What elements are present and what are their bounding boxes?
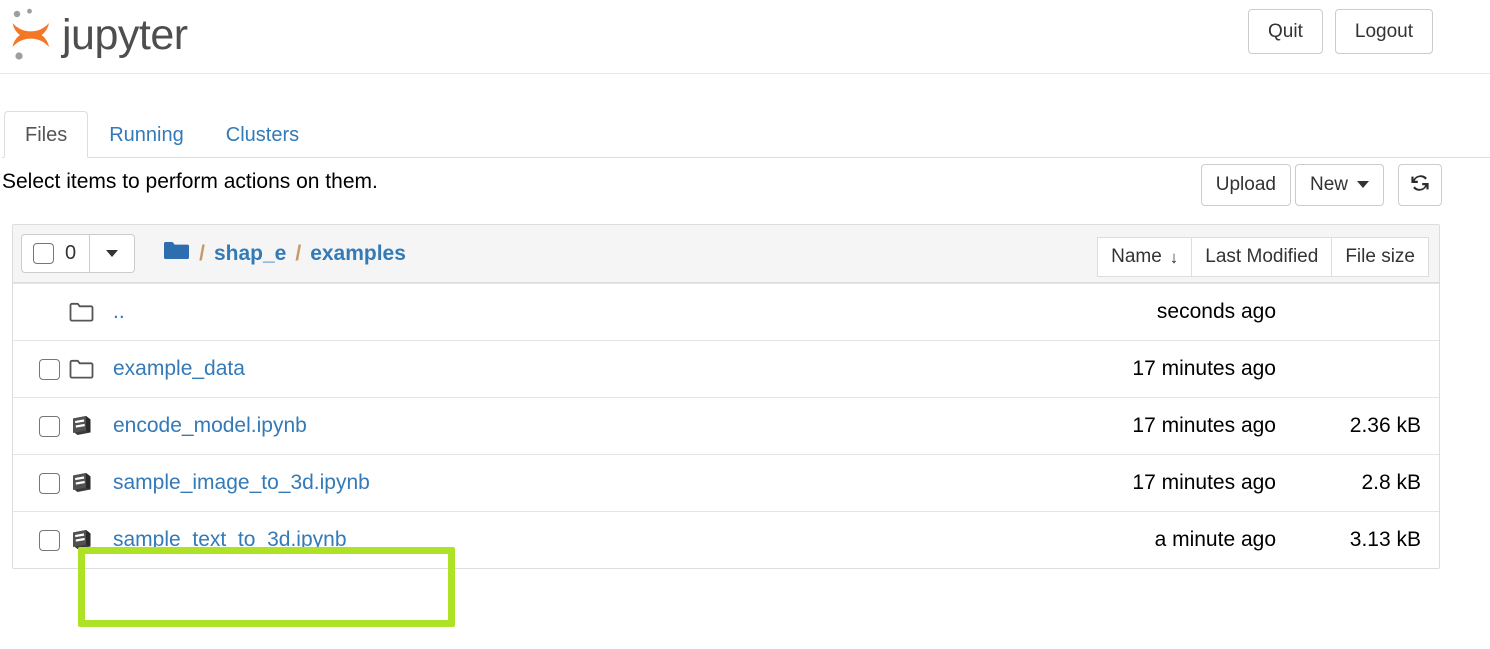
tab-clusters[interactable]: Clusters (205, 111, 320, 158)
sort-by-last-modified-button[interactable]: Last Modified (1191, 237, 1333, 277)
row-checkbox[interactable] (39, 358, 60, 380)
breadcrumb-item-shap_e[interactable]: shap_e (214, 242, 286, 266)
upload-button[interactable]: Upload (1200, 164, 1291, 206)
row-file-size: 2.8 kB (1361, 471, 1421, 494)
row-checkbox[interactable] (39, 529, 60, 551)
table-row[interactable]: .. seconds ago (13, 283, 1439, 340)
row-last-modified: 17 minutes ago (1132, 357, 1276, 380)
selection-dropdown-button[interactable] (90, 234, 136, 273)
selected-count: 0 (65, 242, 77, 264)
file-link-sample_image_to_3d[interactable]: sample_image_to_3d.ipynb (105, 471, 1064, 495)
jupyter-logo[interactable]: jupyter (8, 2, 188, 68)
chevron-down-icon (106, 250, 119, 257)
quit-button[interactable]: Quit (1248, 9, 1323, 54)
notebook-icon (69, 414, 105, 438)
breadcrumb-item-examples[interactable]: examples (310, 242, 406, 266)
selection-control: 0 (21, 234, 136, 273)
toolbar-message: Select items to perform actions on them. (2, 170, 378, 193)
header-actions: Quit Logout (1248, 9, 1433, 54)
row-checkbox-slot (21, 358, 69, 380)
chevron-down-icon (1357, 181, 1369, 189)
row-last-modified: a minute ago (1154, 528, 1276, 551)
tab-running[interactable]: Running (88, 111, 205, 158)
jupyter-logo-icon (8, 7, 60, 63)
refresh-icon (1409, 172, 1431, 200)
file-list-header: 0 / shap_e / examples Name ↓ Last Modifi… (13, 225, 1439, 283)
file-link-parent[interactable]: .. (105, 300, 1064, 324)
sort-name-label: Name (1111, 246, 1162, 267)
select-all-box[interactable]: 0 (21, 234, 91, 273)
app-header: jupyter Quit Logout (0, 0, 1490, 74)
breadcrumb: / shap_e / examples (163, 240, 406, 268)
file-list: 0 / shap_e / examples Name ↓ Last Modifi… (12, 224, 1440, 569)
sort-buttons: Name ↓ Last Modified File size (1097, 237, 1429, 277)
row-last-modified: 17 minutes ago (1132, 414, 1276, 437)
row-checkbox-slot (21, 472, 69, 494)
logout-button[interactable]: Logout (1334, 9, 1433, 54)
table-row[interactable]: encode_model.ipynb 17 minutes ago 2.36 k… (13, 397, 1439, 454)
folder-outline-icon (69, 302, 105, 323)
file-link-sample_text_to_3d[interactable]: sample_text_to_3d.ipynb (105, 528, 1064, 552)
table-row[interactable]: example_data 17 minutes ago (13, 340, 1439, 397)
file-link-example_data[interactable]: example_data (105, 357, 1064, 381)
brand-name: jupyter (62, 10, 188, 59)
tab-bar: Files Running Clusters (0, 108, 1490, 158)
row-last-modified: seconds ago (1156, 300, 1276, 323)
select-all-checkbox[interactable] (33, 243, 54, 264)
new-button[interactable]: New (1294, 164, 1384, 206)
arrow-down-icon: ↓ (1169, 247, 1179, 267)
folder-outline-icon (69, 359, 105, 380)
table-row[interactable]: sample_text_to_3d.ipynb a minute ago 3.1… (13, 511, 1439, 568)
row-checkbox-slot (21, 415, 69, 437)
row-checkbox[interactable] (39, 472, 60, 494)
notebook-icon (69, 528, 105, 552)
row-file-size: 2.36 kB (1349, 414, 1421, 437)
breadcrumb-separator: / (199, 241, 205, 265)
refresh-button[interactable] (1398, 164, 1442, 206)
row-last-modified: 17 minutes ago (1132, 471, 1276, 494)
row-checkbox-slot (21, 529, 69, 551)
breadcrumb-separator: / (295, 241, 302, 265)
folder-filled-icon[interactable] (163, 240, 190, 268)
files-toolbar: Select items to perform actions on them.… (0, 158, 1490, 216)
toolbar-actions: Upload New (1200, 164, 1442, 206)
notebook-icon (69, 471, 105, 495)
row-checkbox[interactable] (39, 415, 60, 437)
file-link-encode_model[interactable]: encode_model.ipynb (105, 414, 1064, 438)
sort-by-name-button[interactable]: Name ↓ (1097, 237, 1193, 277)
row-file-size: 3.13 kB (1349, 528, 1421, 551)
tab-files[interactable]: Files (4, 111, 89, 158)
new-button-label: New (1309, 174, 1348, 195)
table-row[interactable]: sample_image_to_3d.ipynb 17 minutes ago … (13, 454, 1439, 511)
sort-by-file-size-button[interactable]: File size (1331, 237, 1429, 277)
